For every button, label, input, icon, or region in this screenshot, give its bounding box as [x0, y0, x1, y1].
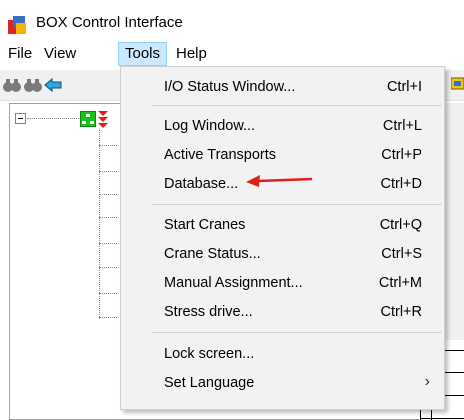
- menu-item-label: Log Window...: [164, 118, 256, 134]
- menu-bar: File View Tools Help: [0, 40, 464, 68]
- tree-connector: [99, 129, 100, 319]
- app-icon: [8, 16, 26, 34]
- menu-item-label: Database...: [164, 176, 239, 192]
- back-arrow-icon[interactable]: [44, 77, 62, 93]
- menu-item-label: Lock screen...: [164, 346, 255, 362]
- window-title: BOX Control Interface: [36, 14, 183, 31]
- tree-branch: [99, 171, 117, 172]
- network-node-icon[interactable]: [80, 111, 96, 127]
- menu-separator: [152, 332, 442, 333]
- menu-separator: [152, 204, 442, 205]
- menu-tools[interactable]: Tools: [118, 42, 168, 66]
- menu-item-shortcut: Ctrl+D: [380, 176, 423, 192]
- tree-branch: [99, 194, 117, 195]
- tree-branch: [99, 317, 117, 318]
- menu-item-io-status[interactable]: I/O Status Window... Ctrl+I: [121, 72, 444, 102]
- menu-item-crane-status[interactable]: Crane Status... Ctrl+S: [121, 239, 444, 269]
- toolbar-icon[interactable]: [451, 77, 464, 91]
- binoculars-icon[interactable]: [24, 77, 42, 93]
- menu-item-label: Active Transports: [164, 147, 277, 163]
- menu-item-shortcut: Ctrl+R: [380, 304, 423, 320]
- menu-item-active-transports[interactable]: Active Transports Ctrl+P: [121, 140, 444, 170]
- tools-dropdown-menu: I/O Status Window... Ctrl+I Log Window..…: [120, 66, 445, 410]
- menu-item-lock-screen[interactable]: Lock screen...: [121, 339, 444, 369]
- menu-item-manual-assignment[interactable]: Manual Assignment... Ctrl+M: [121, 268, 444, 298]
- menu-view[interactable]: View: [38, 42, 82, 66]
- menu-item-label: Set Language: [164, 375, 255, 391]
- menu-item-shortcut: Ctrl+I: [386, 79, 422, 95]
- tree-branch: [99, 267, 117, 268]
- menu-separator: [152, 105, 442, 106]
- binoculars-icon[interactable]: [3, 77, 21, 93]
- menu-item-shortcut: Ctrl+L: [382, 118, 422, 134]
- menu-item-shortcut: Ctrl+Q: [379, 217, 422, 233]
- menu-item-log-window[interactable]: Log Window... Ctrl+L: [121, 111, 444, 141]
- tree-branch: [99, 243, 117, 244]
- menu-help[interactable]: Help: [170, 42, 213, 66]
- menu-item-shortcut: Ctrl+S: [381, 246, 422, 262]
- menu-item-label: I/O Status Window...: [164, 79, 296, 95]
- menu-file[interactable]: File: [2, 42, 38, 66]
- tree-branch: [99, 293, 117, 294]
- tree-branch: [99, 145, 117, 146]
- menu-item-start-cranes[interactable]: Start Cranes Ctrl+Q: [121, 210, 444, 240]
- collapse-toggle-icon[interactable]: [15, 113, 26, 124]
- tree-connector: [27, 118, 79, 119]
- menu-item-stress-drive[interactable]: Stress drive... Ctrl+R: [121, 297, 444, 327]
- red-node-icon[interactable]: [98, 110, 108, 128]
- menu-item-label: Manual Assignment...: [164, 275, 303, 291]
- menu-item-shortcut: Ctrl+P: [381, 147, 422, 163]
- menu-item-set-language[interactable]: Set Language ›: [121, 368, 444, 398]
- submenu-arrow-icon: ›: [424, 373, 430, 390]
- menu-item-label: Crane Status...: [164, 246, 261, 262]
- tree-branch: [99, 217, 117, 218]
- menu-item-label: Stress drive...: [164, 304, 253, 320]
- annotation-arrow-icon: [246, 175, 313, 187]
- menu-item-shortcut: Ctrl+M: [378, 275, 422, 291]
- menu-item-label: Start Cranes: [164, 217, 246, 233]
- title-bar: BOX Control Interface: [0, 0, 464, 40]
